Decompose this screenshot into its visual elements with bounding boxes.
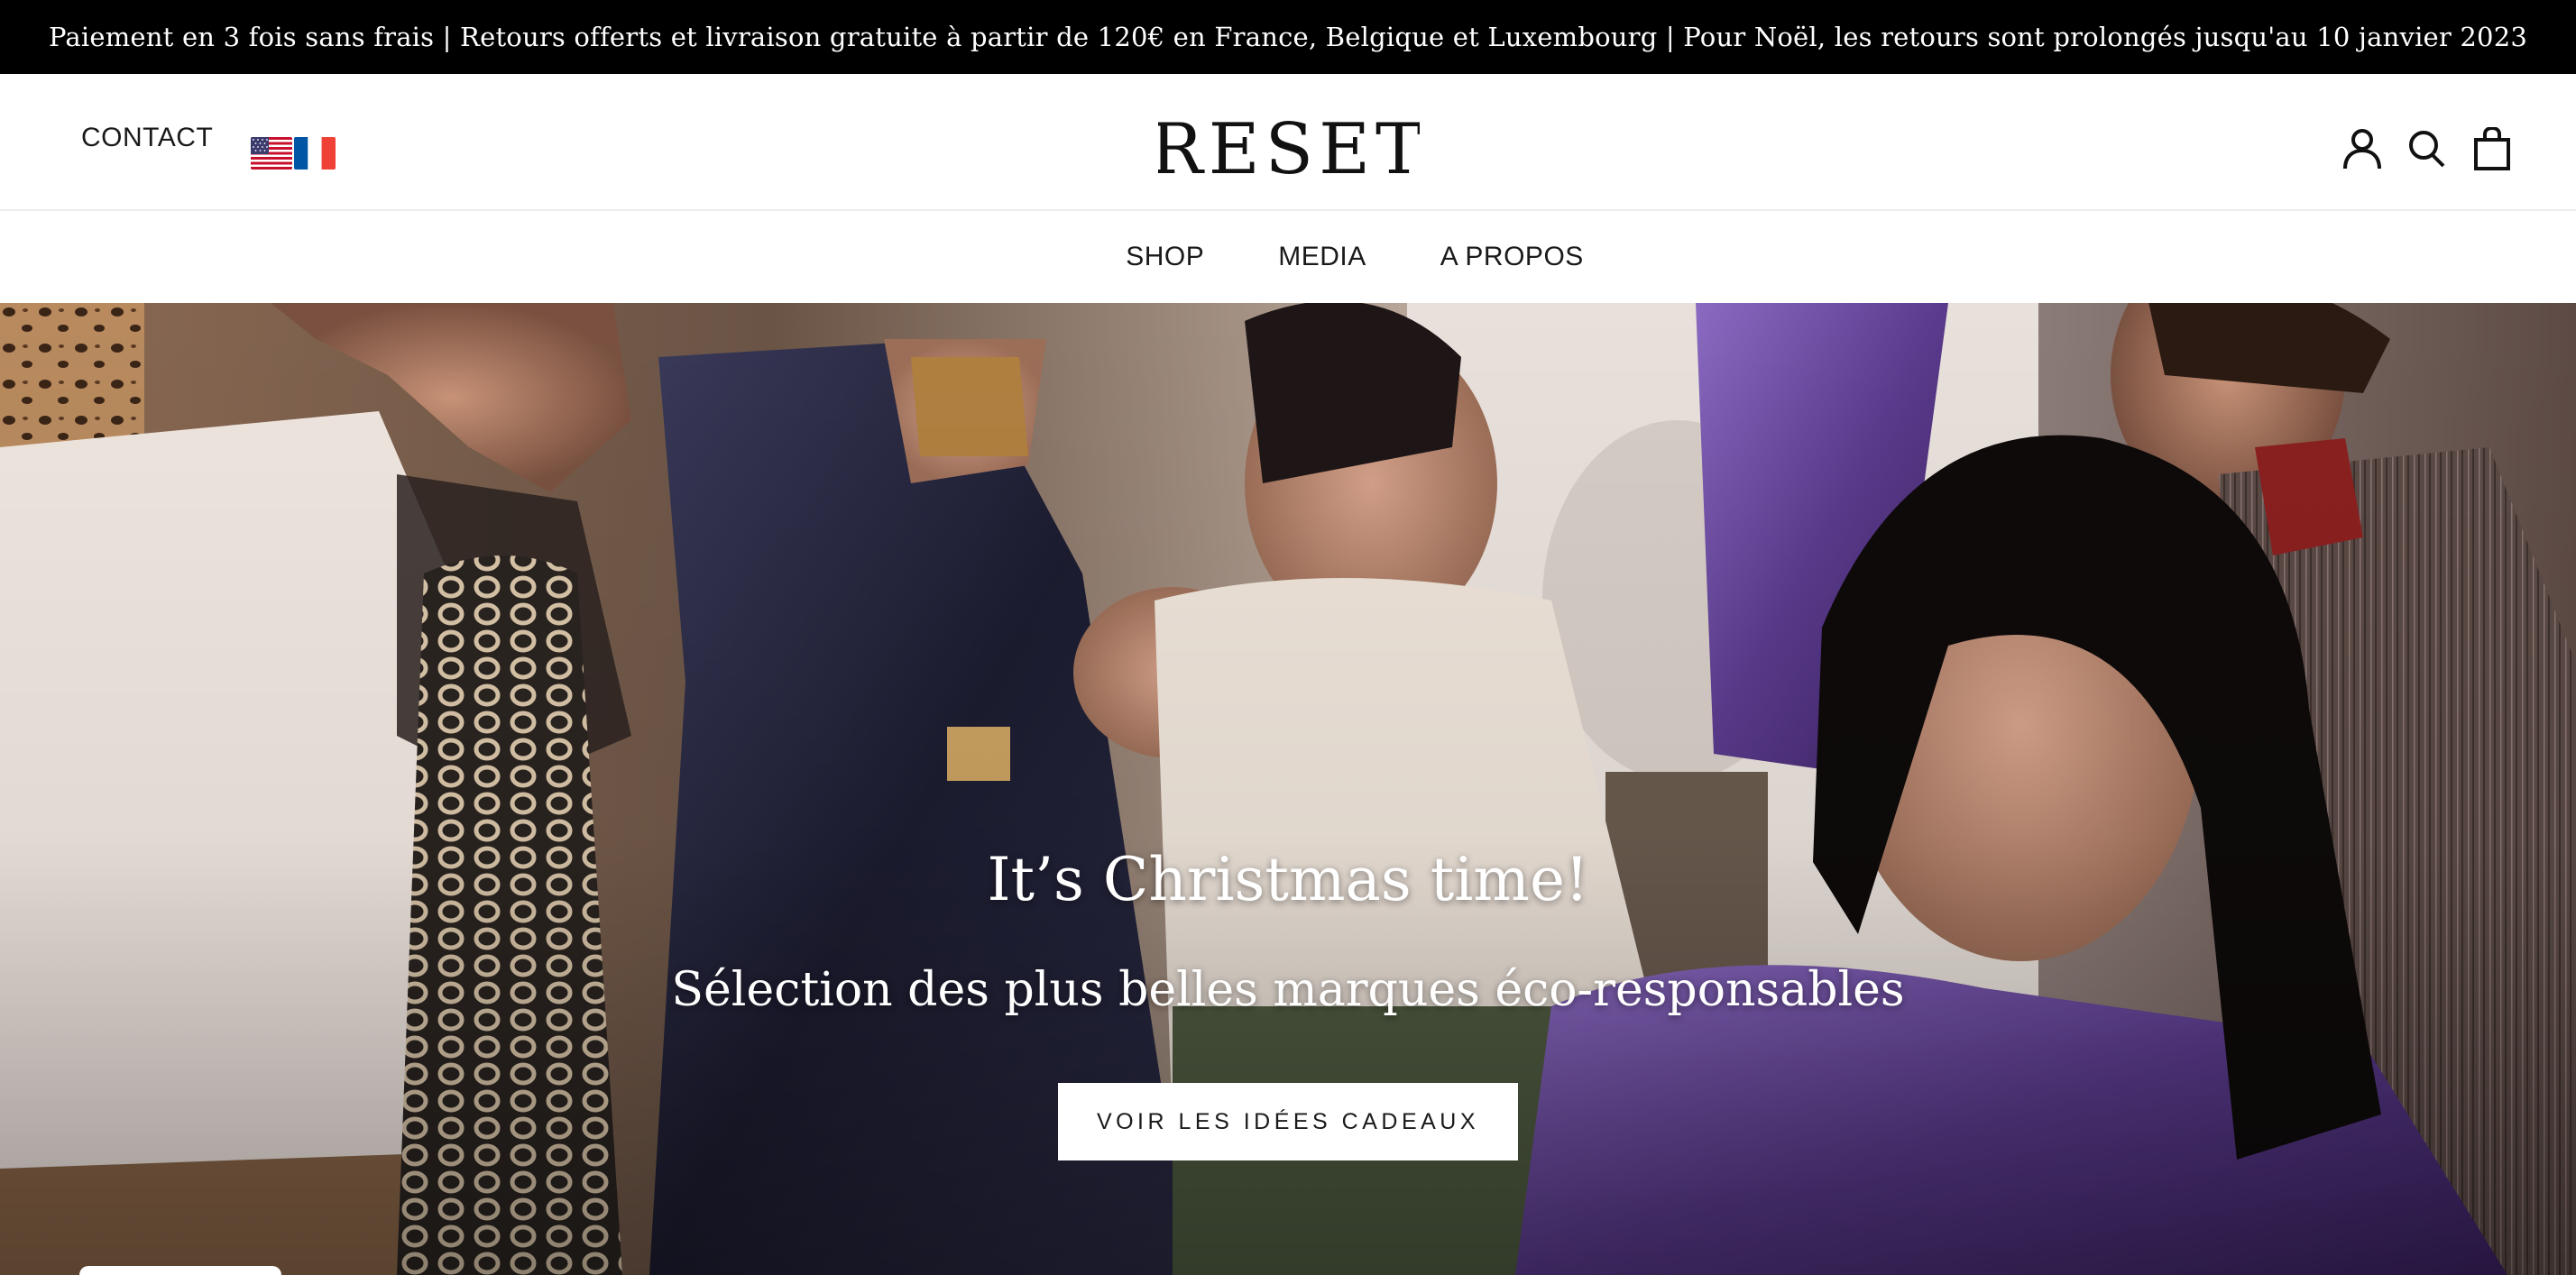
reset-logo[interactable]: RESET: [1158, 110, 1420, 182]
main-nav: SHOP MEDIA A PROPOS: [0, 211, 2576, 303]
nav-item-shop[interactable]: SHOP: [1126, 242, 1204, 272]
search-icon[interactable]: [2406, 126, 2448, 171]
language-switcher: [251, 137, 336, 170]
site-header: CONTACT RESET: [0, 74, 2576, 211]
hero-title: It’s Christmas time!: [987, 845, 1589, 914]
nav-item-a-propos[interactable]: A PROPOS: [1440, 242, 1584, 272]
logo-text: RESET: [1158, 110, 1420, 182]
contact-link[interactable]: CONTACT: [81, 119, 213, 157]
account-icon[interactable]: [2341, 126, 2383, 171]
hero-subtitle: Sélection des plus belles marques éco-re…: [671, 963, 1905, 1017]
fr-flag-icon[interactable]: [294, 137, 336, 170]
gift-ideas-button[interactable]: VOIR LES IDÉES CADEAUX: [1058, 1083, 1518, 1160]
header-icons: [2341, 126, 2513, 171]
announcement-text: Paiement en 3 fois sans frais | Retours …: [49, 22, 2527, 52]
chat-widget-tab[interactable]: [79, 1266, 281, 1275]
cart-icon[interactable]: [2471, 126, 2513, 171]
hero-banner: It’s Christmas time! Sélection des plus …: [0, 303, 2576, 1275]
announcement-bar: Paiement en 3 fois sans frais | Retours …: [0, 0, 2576, 74]
nav-item-media[interactable]: MEDIA: [1278, 242, 1366, 272]
us-flag-icon[interactable]: [251, 137, 292, 170]
